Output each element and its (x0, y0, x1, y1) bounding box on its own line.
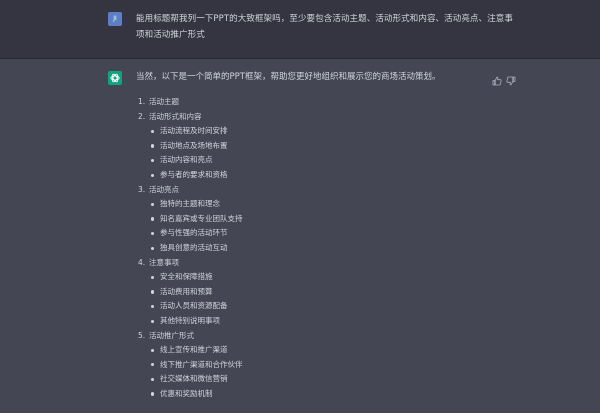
section-number: 3. (138, 184, 146, 194)
list-item: 独特的主题和理念 (136, 197, 496, 212)
list-item-text: 社交媒体和微信营销 (160, 374, 228, 384)
thumbs-up-icon[interactable] (492, 71, 502, 86)
openai-logo-icon (108, 71, 122, 85)
list-item: 优惠和奖励机制 (136, 387, 496, 402)
bullet-icon (151, 129, 155, 133)
section-number: 5. (138, 330, 146, 340)
outline-section: 2. 活动形式和内容 (136, 110, 496, 125)
list-item-text: 安全和保障措施 (160, 272, 213, 282)
list-item: 独具创意的活动互动 (136, 241, 496, 256)
outline-section: 1. 活动主题 (136, 95, 496, 110)
list-item: 活动流程及时间安排 (136, 124, 496, 139)
list-item-text: 其他特别说明事项 (160, 315, 220, 325)
bullet-icon (151, 217, 155, 221)
outline-section: 4. 注意事项 (136, 256, 496, 271)
list-item: 活动地点及场地布置 (136, 139, 496, 154)
bullet-icon (151, 348, 155, 352)
chat-page: JI 能用标题帮我列一下PPT的大致框架吗，至少要包含活动主题、活动形式和内容、… (0, 0, 600, 413)
list-item: 其他特别说明事项 (136, 314, 496, 329)
list-item: 参与性强的活动环节 (136, 226, 496, 241)
user-message: JI 能用标题帮我列一下PPT的大致框架吗，至少要包含活动主题、活动形式和内容、… (0, 0, 600, 59)
user-avatar: JI (108, 12, 122, 26)
bullet-icon (151, 158, 155, 163)
bullet-icon (151, 377, 155, 382)
list-item-text: 活动流程及时间安排 (160, 126, 228, 136)
bullet-icon (151, 304, 155, 309)
thumbs-down-icon[interactable] (506, 71, 516, 86)
section-title: 活动亮点 (149, 184, 179, 194)
bullet-icon (151, 275, 155, 279)
list-item: 安全和保障措施 (136, 270, 496, 285)
section-title: 活动形式和内容 (149, 111, 202, 121)
assistant-message: 当然，以下是一个简单的PPT框架，帮助您更好地组织和展示您的商场活动策划。 1.… (0, 59, 600, 413)
list-item: 社交媒体和微信营销 (136, 372, 496, 387)
list-item-text: 独具创意的活动互动 (160, 242, 228, 252)
section-title: 活动主题 (149, 97, 179, 106)
list-item: 线上宣传和推广渠道 (136, 343, 496, 358)
list-item-text: 活动内容和亮点 (160, 155, 213, 165)
outline-section: 5. 活动推广形式 (136, 329, 496, 344)
list-item-text: 活动费用和预算 (160, 286, 213, 296)
assistant-intro-text: 当然，以下是一个简单的PPT框架，帮助您更好地组织和展示您的商场活动策划。 (136, 72, 441, 82)
list-item-text: 活动人员和资源配备 (160, 301, 228, 311)
bullet-icon (151, 173, 155, 177)
list-item: 知名嘉宾或专业团队支持 (136, 212, 496, 227)
list-item-text: 线下推广渠道和合作伙伴 (160, 359, 243, 369)
list-item: 参与者的要求和资格 (136, 168, 496, 183)
user-message-text: 能用标题帮我列一下PPT的大致框架吗，至少要包含活动主题、活动形式和内容、活动亮… (136, 14, 513, 40)
section-title: 活动推广形式 (149, 330, 194, 340)
bullet-icon (151, 363, 155, 367)
ppt-outline-list: 1. 活动主题 2. 活动形式和内容 活动流程及时间安排 活动地点及场地布置 活… (136, 95, 496, 401)
section-title: 注意事项 (149, 257, 179, 267)
list-item: 活动费用和预算 (136, 285, 496, 300)
bullet-icon (151, 290, 155, 294)
list-item: 活动人员和资源配备 (136, 299, 496, 314)
list-item: 线下推广渠道和合作伙伴 (136, 358, 496, 373)
list-item-text: 知名嘉宾或专业团队支持 (160, 213, 243, 223)
bullet-icon (151, 319, 155, 323)
list-item-text: 参与性强的活动环节 (160, 228, 228, 238)
bullet-icon (151, 392, 155, 396)
section-number: 2. (138, 111, 146, 121)
list-item-text: 独特的主题和理念 (160, 199, 220, 209)
bullet-icon (151, 202, 155, 206)
list-item: 活动内容和亮点 (136, 153, 496, 168)
section-number: 4. (138, 257, 146, 267)
list-item-text: 参与者的要求和资格 (160, 169, 228, 179)
list-item-text: 线上宣传和推广渠道 (160, 345, 228, 355)
bullet-icon (151, 246, 155, 250)
bullet-icon (151, 144, 155, 148)
bullet-icon (151, 231, 155, 236)
list-item-text: 活动地点及场地布置 (160, 140, 228, 150)
section-number: 1. (138, 97, 146, 106)
outline-section: 3. 活动亮点 (136, 183, 496, 198)
list-item-text: 优惠和奖励机制 (160, 388, 213, 398)
